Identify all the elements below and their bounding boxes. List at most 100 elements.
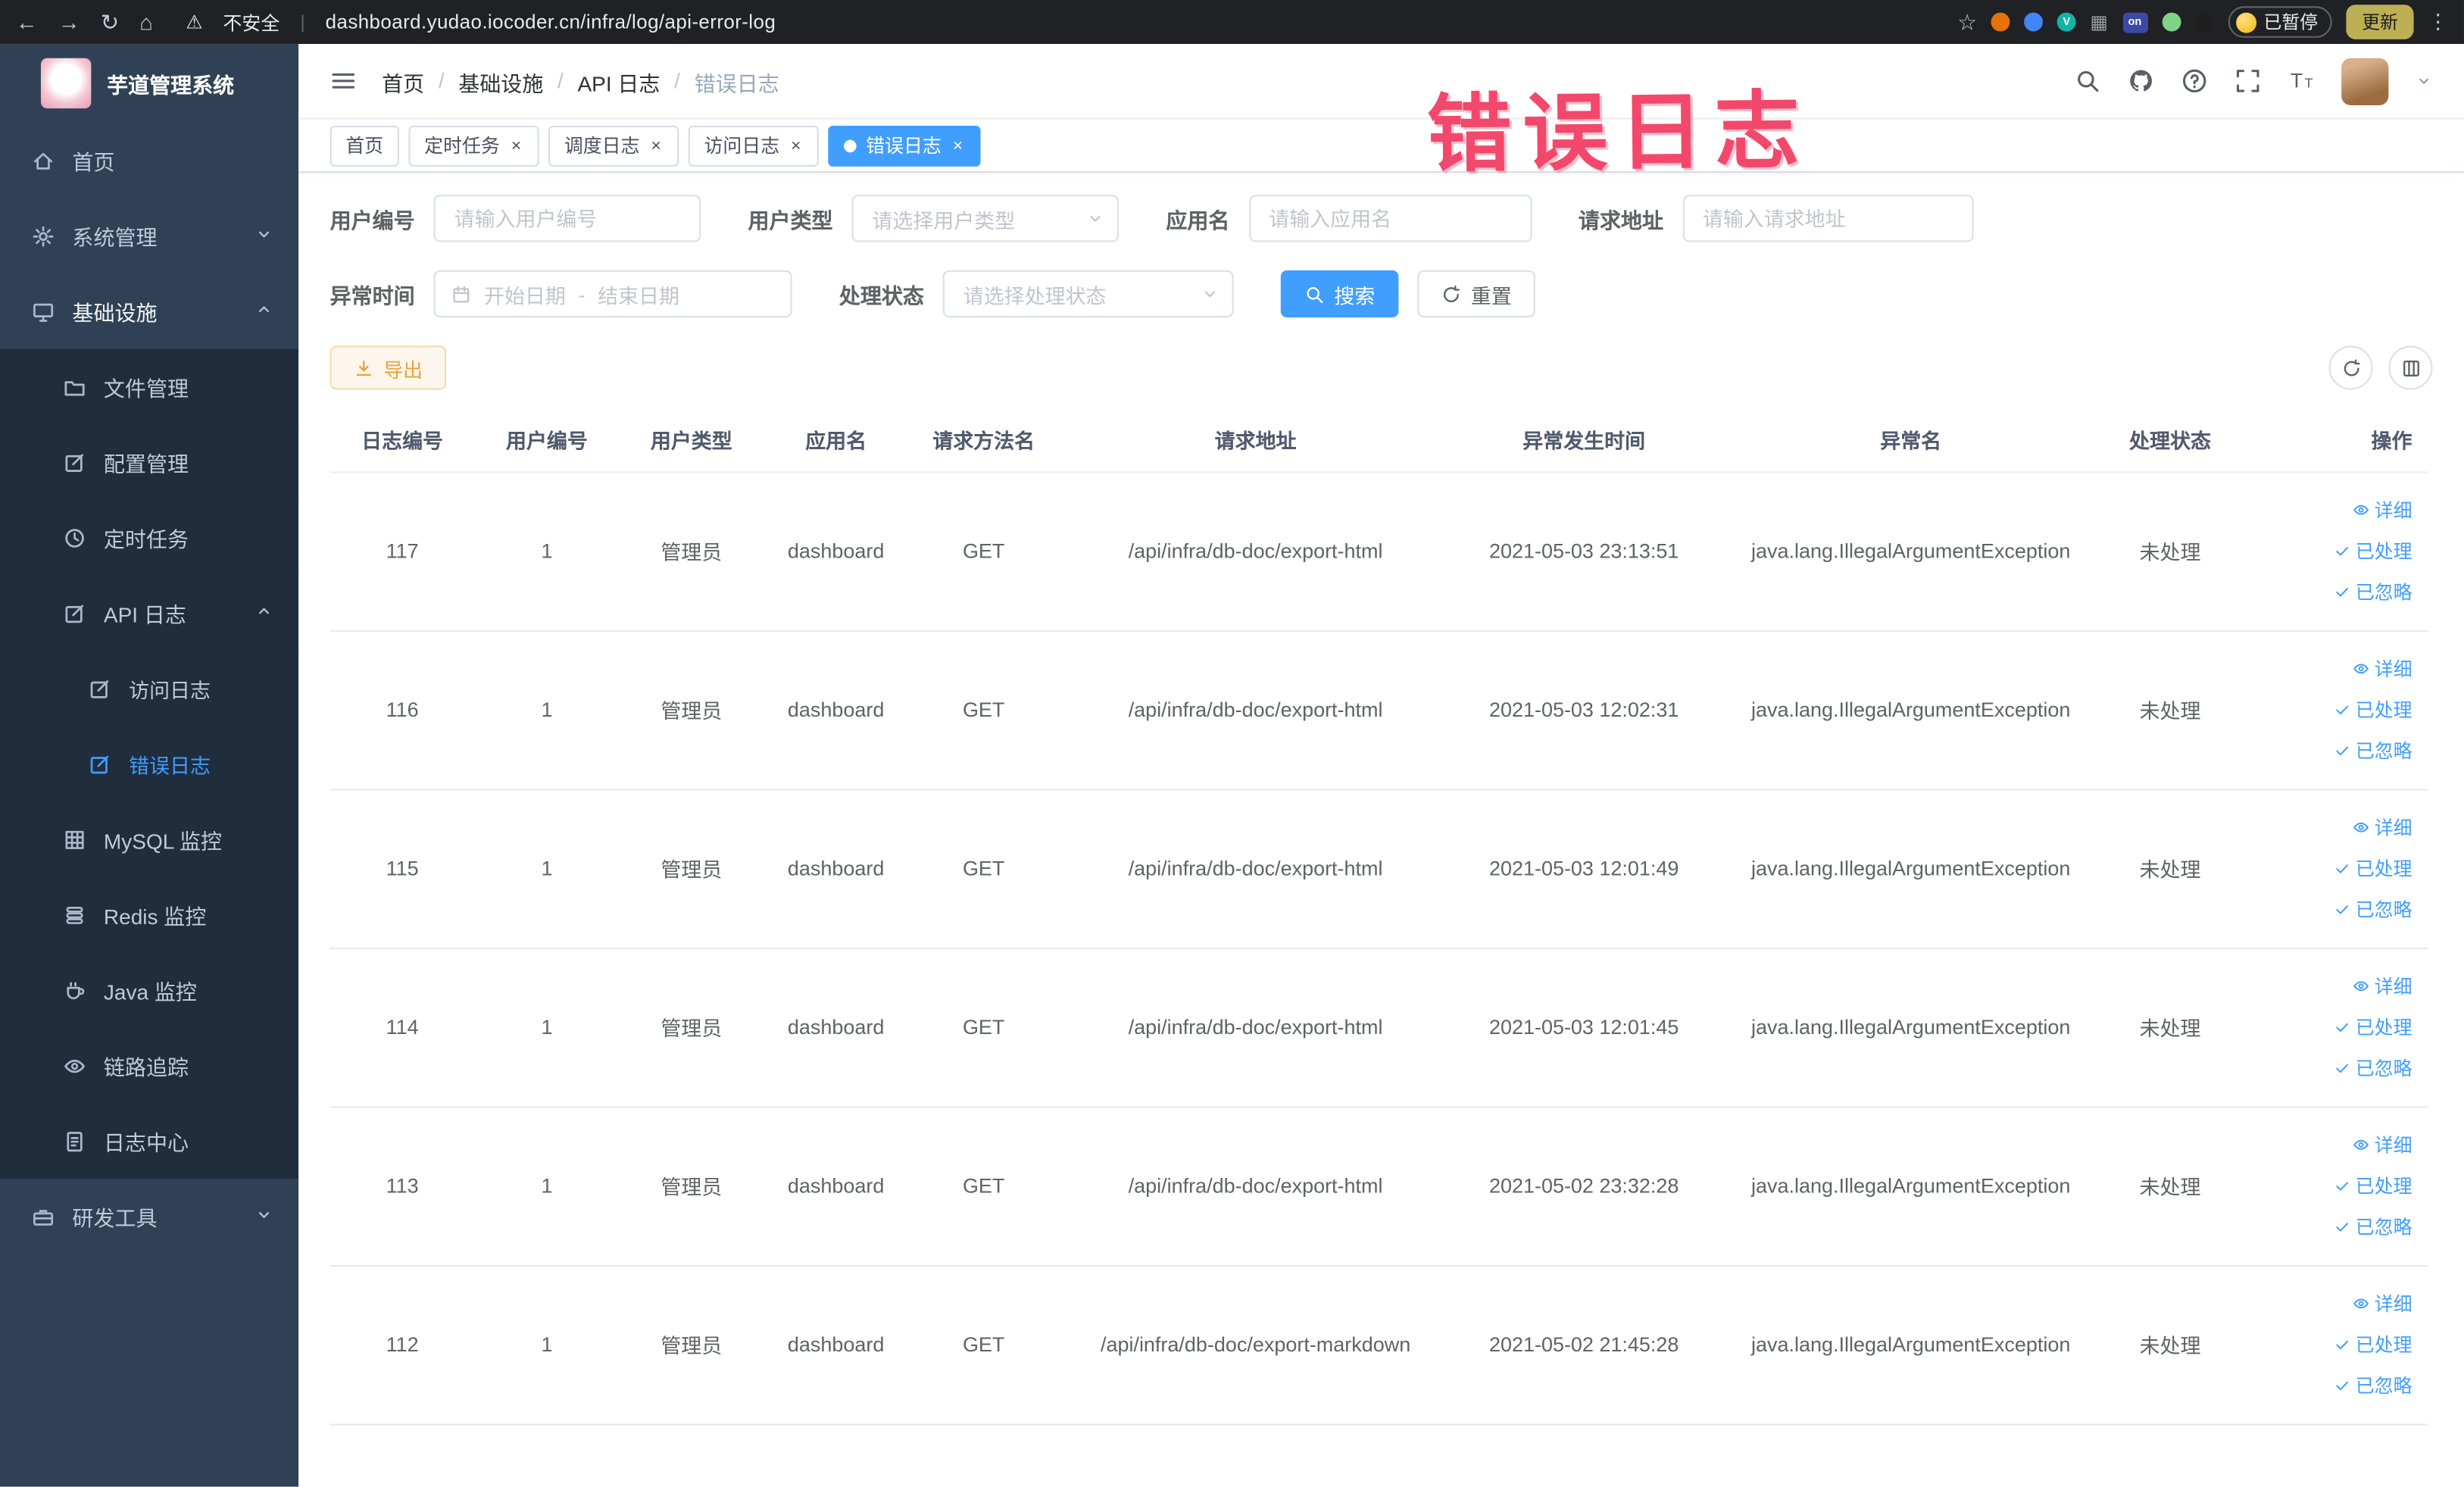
github-icon[interactable]: [2128, 67, 2154, 94]
chevron-down-icon[interactable]: [2416, 72, 2433, 89]
cell-user-type: 管理员: [619, 1106, 764, 1267]
back-icon[interactable]: ←: [16, 9, 38, 34]
sidebar-item-10[interactable]: Redis 监控: [0, 876, 299, 953]
action-processed-link[interactable]: 已处理: [2241, 848, 2412, 889]
cell-method: GET: [908, 947, 1060, 1107]
process-status-select[interactable]: 请选择处理状态: [942, 270, 1234, 318]
action-label: 已处理: [2355, 1174, 2412, 1197]
tab-1[interactable]: 定时任务: [408, 124, 539, 166]
refresh-table-button[interactable]: [2328, 345, 2373, 390]
sidebar-item-11[interactable]: Java 监控: [0, 952, 299, 1028]
column-header: 请求方法名: [908, 408, 1060, 473]
sidebar-item-9[interactable]: MySQL 监控: [0, 801, 299, 877]
app-name-input[interactable]: [1248, 195, 1532, 242]
action-ignored-link[interactable]: 已忽略: [2241, 571, 2412, 612]
fullscreen-icon[interactable]: [2234, 67, 2261, 94]
eye-icon: [2353, 977, 2370, 995]
tab-3[interactable]: 访问日志: [688, 124, 819, 166]
cell-log-id: 117: [329, 471, 475, 631]
extension-on-icon[interactable]: on: [2122, 11, 2147, 33]
close-icon[interactable]: [789, 139, 804, 153]
cell-url: /api/infra/db-doc/export-html: [1059, 789, 1452, 949]
gear-icon: [31, 224, 55, 248]
table-toolbar: 导出: [329, 345, 2433, 390]
check-icon: [2334, 1376, 2351, 1394]
sidebar-item-3[interactable]: 文件管理: [0, 348, 299, 425]
action-detail-link[interactable]: 详细: [2241, 489, 2412, 530]
action-processed-link[interactable]: 已处理: [2241, 1165, 2412, 1206]
extension-orange-icon[interactable]: [1991, 12, 2010, 32]
user-id-input[interactable]: [433, 195, 701, 242]
extension-dark-icon[interactable]: [2194, 12, 2214, 32]
action-ignored-link[interactable]: 已忽略: [2241, 889, 2412, 929]
filter-user-id: 用户编号: [330, 195, 701, 242]
reload-icon[interactable]: ↻: [101, 8, 119, 35]
search-button[interactable]: 搜索: [1280, 270, 1399, 318]
reset-button[interactable]: 重置: [1417, 270, 1535, 318]
sidebar-item-5[interactable]: 定时任务: [0, 499, 299, 576]
action-detail-link[interactable]: 详细: [2241, 1124, 2412, 1165]
action-processed-link[interactable]: 已处理: [2241, 1324, 2412, 1365]
close-icon[interactable]: [649, 139, 664, 153]
bookmark-star-icon[interactable]: ☆: [1957, 8, 1977, 35]
action-ignored-link[interactable]: 已忽略: [2241, 1365, 2412, 1406]
cell-actions: 详细 已处理 已忽略: [2234, 1265, 2428, 1425]
sidebar-item-7[interactable]: 访问日志: [0, 650, 299, 726]
action-processed-link[interactable]: 已处理: [2241, 689, 2412, 730]
action-detail-link[interactable]: 详细: [2241, 966, 2412, 1007]
request-url-input[interactable]: [1682, 195, 1973, 242]
home-browser-icon[interactable]: ⌂: [139, 9, 153, 34]
breadcrumb-item[interactable]: API 日志: [577, 65, 660, 96]
extension-blue-icon[interactable]: [2024, 12, 2044, 32]
cell-status: 未处理: [2105, 789, 2235, 949]
action-ignored-link[interactable]: 已忽略: [2241, 730, 2412, 771]
sidebar-item-0[interactable]: 首页: [0, 123, 298, 198]
action-ignored-link[interactable]: 已忽略: [2241, 1048, 2412, 1089]
tab-2[interactable]: 调度日志: [548, 124, 679, 166]
browser-menu-icon[interactable]: ⋮: [2428, 9, 2448, 34]
action-detail-link[interactable]: 详细: [2241, 807, 2412, 848]
export-button[interactable]: 导出: [329, 345, 447, 390]
search-icon[interactable]: [2074, 67, 2100, 94]
column-settings-button[interactable]: [2388, 345, 2433, 390]
action-label: 已处理: [2355, 1016, 2412, 1039]
action-detail-link[interactable]: 详细: [2241, 648, 2412, 689]
forward-icon[interactable]: →: [58, 9, 80, 34]
action-processed-link[interactable]: 已处理: [2241, 1007, 2412, 1048]
sidebar-item-14[interactable]: 研发工具: [0, 1179, 298, 1254]
sidebar-item-12[interactable]: 链路追踪: [0, 1027, 299, 1104]
sidebar-item-4[interactable]: 配置管理: [0, 424, 299, 500]
sidebar-item-6[interactable]: API 日志: [0, 575, 299, 651]
action-detail-link[interactable]: 详细: [2241, 1283, 2412, 1324]
sidebar-item-8[interactable]: 错误日志: [0, 726, 299, 802]
breadcrumb-item[interactable]: 基础设施: [458, 65, 543, 96]
action-processed-link[interactable]: 已处理: [2241, 530, 2412, 571]
user-type-select[interactable]: 请选择用户类型: [851, 195, 1120, 242]
font-size-icon[interactable]: TT: [2288, 67, 2315, 94]
check-icon: [2334, 1177, 2351, 1195]
breadcrumb-item[interactable]: 首页: [382, 65, 424, 96]
close-icon[interactable]: [509, 139, 523, 153]
help-icon[interactable]: [2181, 67, 2208, 94]
action-ignored-link[interactable]: 已忽略: [2241, 1206, 2412, 1247]
security-label[interactable]: 不安全: [223, 8, 280, 35]
logo[interactable]: 芋道管理系统: [0, 44, 298, 123]
url-text[interactable]: dashboard.yudao.iocoder.cn/infra/log/api…: [326, 11, 776, 33]
close-icon[interactable]: [951, 139, 965, 153]
content: 用户编号 用户类型 请选择用户类型 应用名: [298, 173, 2464, 1425]
paused-badge[interactable]: 已暂停: [2227, 6, 2332, 38]
sidebar-item-13[interactable]: 日志中心: [0, 1103, 299, 1179]
update-button[interactable]: 更新: [2346, 5, 2414, 39]
avatar[interactable]: [2341, 57, 2389, 105]
extension-green-icon[interactable]: [2161, 12, 2181, 32]
sidebar-item-1[interactable]: 系统管理: [0, 198, 298, 273]
menu-fold-icon[interactable]: [330, 67, 357, 94]
sidebar-item-2[interactable]: 基础设施: [0, 273, 298, 349]
tab-4[interactable]: 错误日志: [828, 124, 981, 166]
tab-0[interactable]: 首页: [329, 124, 399, 166]
extension-v-icon[interactable]: V: [2056, 12, 2076, 32]
coffee-icon: [63, 978, 86, 1001]
cell-url: /api/infra/db-doc/export-html: [1059, 629, 1452, 790]
extensions-puzzle-icon[interactable]: ▦: [2091, 11, 2109, 33]
date-range-picker[interactable]: 开始日期 - 结束日期: [433, 270, 792, 318]
